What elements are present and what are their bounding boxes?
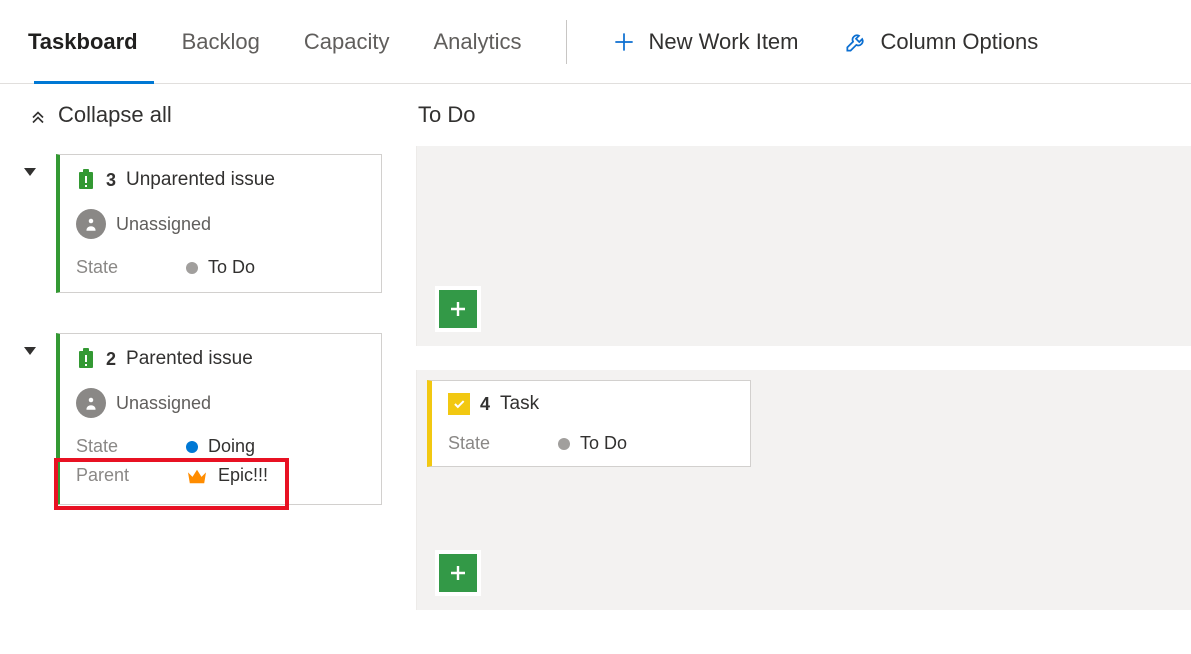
column-options-label: Column Options [881,29,1039,55]
work-item-title: Parented issue [126,348,253,370]
new-work-item-button[interactable]: New Work Item [589,29,821,55]
column-options-button[interactable]: Column Options [821,29,1061,55]
state-dot-icon [186,262,198,274]
issue-icon [76,169,96,191]
collapse-all-button[interactable]: Collapse all [28,102,386,128]
expand-caret-icon[interactable] [24,347,36,355]
dropzone[interactable] [416,146,1191,346]
work-item-id: 2 [106,349,116,370]
state-value: To Do [208,257,255,278]
tab-capacity[interactable]: Capacity [282,0,412,83]
task-card[interactable]: 4 Task State To Do [427,380,751,467]
issue-icon [76,348,96,370]
work-item-title: Task [500,393,539,415]
swimlane-row: 2 Parented issue Unassigned State Doing [28,333,386,505]
annotation-highlight [54,458,289,510]
task-type-icon [448,393,470,415]
assignee-label: Unassigned [116,393,211,414]
column-header: To Do [416,102,1191,128]
tab-taskboard[interactable]: Taskboard [28,0,160,83]
field-label-state: State [76,436,186,457]
work-item-title: Unparented issue [126,169,275,191]
tab-backlog[interactable]: Backlog [160,0,282,83]
unassigned-avatar-icon [76,388,106,418]
wrench-icon [843,29,869,55]
expand-caret-icon[interactable] [24,168,36,176]
tabbar: Taskboard Backlog Capacity Analytics New… [0,0,1191,84]
work-item-card[interactable]: 3 Unparented issue Unassigned State To D… [56,154,382,293]
row-headers-column: Collapse all 3 Unparented issue Unassign… [0,84,398,545]
plus-icon [446,561,470,585]
work-item-id: 3 [106,170,116,191]
dropzone[interactable]: 4 Task State To Do [416,370,1191,610]
field-label-state: State [76,257,186,278]
state-dot-icon [186,441,198,453]
add-task-button[interactable] [435,286,481,332]
unassigned-avatar-icon [76,209,106,239]
swimlane-row: 3 Unparented issue Unassigned State To D… [28,154,386,293]
board: Collapse all 3 Unparented issue Unassign… [0,84,1191,634]
work-item-card[interactable]: 2 Parented issue Unassigned State Doing [56,333,382,505]
state-value: Doing [208,436,255,457]
plus-icon [446,297,470,321]
collapse-all-label: Collapse all [58,102,172,128]
tab-analytics[interactable]: Analytics [412,0,544,83]
field-label-state: State [448,433,558,454]
tab-divider [566,20,567,64]
add-task-button[interactable] [435,550,481,596]
chevron-double-up-icon [28,105,48,125]
new-work-item-label: New Work Item [649,29,799,55]
state-dot-icon [558,438,570,450]
assignee-label: Unassigned [116,214,211,235]
board-column-todo: To Do 4 Task State [398,84,1191,634]
work-item-id: 4 [480,394,490,415]
plus-icon [611,29,637,55]
state-value: To Do [580,433,627,454]
